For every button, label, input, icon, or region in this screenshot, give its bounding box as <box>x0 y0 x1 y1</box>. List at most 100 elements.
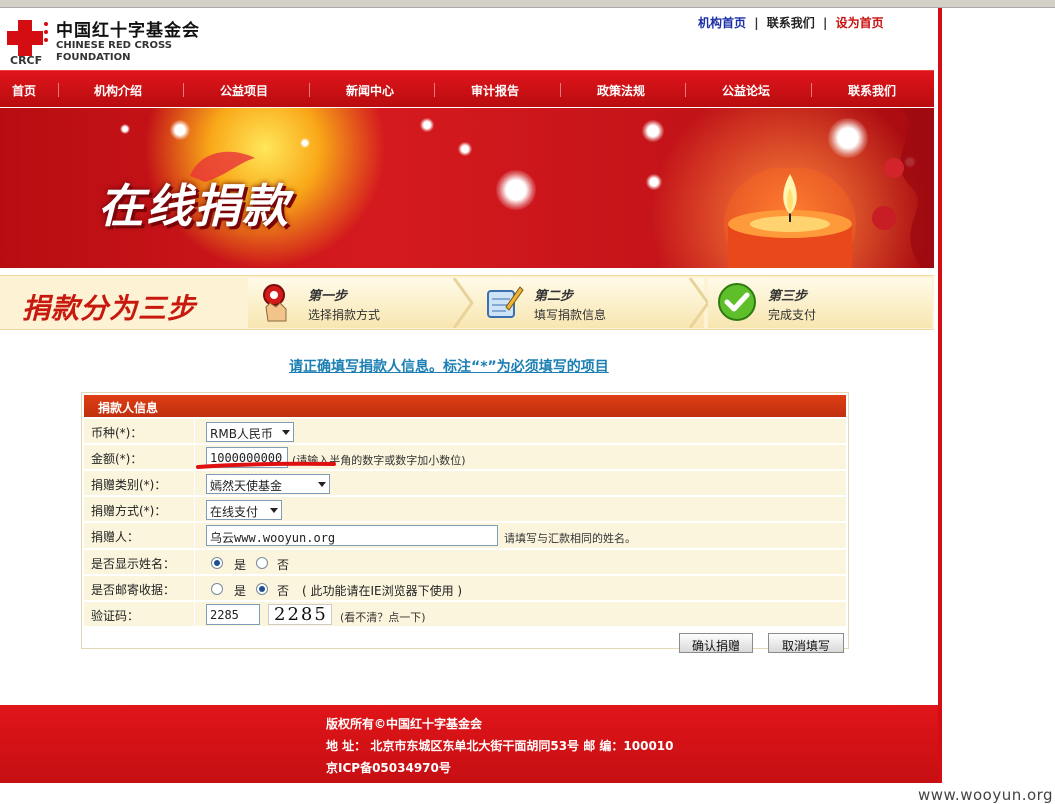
confirm-donation-button[interactable]: 确认捐赠 <box>679 633 753 653</box>
link-separator: | <box>822 16 828 30</box>
currency-value: RMB人民币 <box>210 427 273 441</box>
nav-divider <box>811 83 812 97</box>
notepad-pen-icon <box>487 286 524 318</box>
logo-english-line1: CHINESE RED CROSS <box>56 40 172 51</box>
row-divider <box>194 445 195 470</box>
mail-receipt-no-radio[interactable] <box>256 583 268 595</box>
category-label: 捐赠类别(*)： <box>91 478 167 492</box>
step-1-desc: 选择捐款方式 <box>308 308 381 322</box>
mail-receipt-label: 是否邮寄收据： <box>91 583 176 597</box>
method-value: 在线支付 <box>210 505 259 519</box>
link-org-home[interactable]: 机构首页 <box>698 16 746 30</box>
method-select[interactable]: 在线支付 <box>206 500 282 520</box>
category-select[interactable]: 嫣然天使基金 <box>206 474 330 494</box>
nav-item-about[interactable]: 机构介绍 <box>94 82 142 99</box>
link-contact[interactable]: 联系我们 <box>767 16 815 30</box>
nav-divider <box>58 83 59 97</box>
mail-receipt-note: ( 此功能请在IE浏览器下使用 ) <box>302 584 463 598</box>
category-value: 嫣然天使基金 <box>210 479 283 493</box>
show-name-yes-radio[interactable] <box>211 557 223 569</box>
captcha-row: 验证码： 2285 2285 (看不清？点一下) <box>84 602 846 627</box>
nav-item-news[interactable]: 新闻中心 <box>346 82 394 99</box>
bokeh-light <box>420 118 434 132</box>
required-fields-notice[interactable]: 请正确填写捐款人信息。标注“*”为必须填写的项目 <box>289 356 609 376</box>
footer-address: 地 址： 北京市东城区东单北大街干面胡同53号 邮 编：100010 <box>326 739 674 753</box>
dropdown-arrow-icon <box>282 430 290 435</box>
bokeh-light <box>642 120 664 142</box>
bokeh-light <box>458 142 472 156</box>
browser-top-strip <box>0 0 1055 8</box>
currency-row: 币种(*)： RMB人民币 <box>84 419 846 444</box>
cancel-button[interactable]: 取消填写 <box>768 633 844 653</box>
nav-item-home[interactable]: 首页 <box>12 82 36 99</box>
red-flower-decoration-icon <box>872 108 934 268</box>
form-heading: 捐款人信息 <box>84 395 846 417</box>
captcha-image[interactable]: 2285 <box>268 604 332 625</box>
nav-item-policy[interactable]: 政策法规 <box>597 82 645 99</box>
dropdown-arrow-icon <box>270 508 278 513</box>
row-divider <box>194 419 195 444</box>
crcf-logo[interactable]: CRCF 中国红十字基金会 CHINESE RED CROSS FOUNDATI… <box>6 16 206 67</box>
row-divider <box>194 550 195 575</box>
step-arrow-icon <box>688 278 710 328</box>
donor-hint: 请填写与汇款相同的姓名。 <box>504 532 636 545</box>
donor-name-input[interactable]: 乌云www.wooyun.org <box>206 525 498 546</box>
nav-divider <box>560 83 561 97</box>
top-links: 机构首页 | 联系我们 | 设为首页 <box>698 14 884 31</box>
logo-chinese-name: 中国红十字基金会 <box>56 21 200 41</box>
step-3-desc: 完成支付 <box>768 308 817 322</box>
row-divider <box>194 523 195 548</box>
bokeh-light <box>170 120 190 140</box>
footer-copyright: 版权所有©中国红十字基金会 <box>326 717 483 731</box>
currency-label: 币种(*)： <box>91 426 143 440</box>
site-header: CRCF 中国红十字基金会 CHINESE RED CROSS FOUNDATI… <box>0 8 938 70</box>
bokeh-light <box>496 170 536 210</box>
nav-item-projects[interactable]: 公益项目 <box>220 82 268 99</box>
show-name-no-radio[interactable] <box>256 557 268 569</box>
nav-divider <box>309 83 310 97</box>
banner-title: 在线捐款 <box>98 179 290 233</box>
dropdown-arrow-icon <box>318 482 326 487</box>
show-name-yes-label: 是 <box>234 558 247 572</box>
category-row: 捐赠类别(*)： 嫣然天使基金 <box>84 471 846 496</box>
mail-receipt-row: 是否邮寄收据： 是 否 ( 此功能请在IE浏览器下使用 ) <box>84 576 846 601</box>
mail-receipt-yes-radio[interactable] <box>211 583 223 595</box>
steps-title: 捐款分为三步 <box>22 292 197 325</box>
show-name-label: 是否显示姓名： <box>91 557 176 571</box>
red-underline-annotation <box>196 461 336 469</box>
checkmark-icon <box>718 283 756 321</box>
nav-item-forum[interactable]: 公益论坛 <box>722 82 770 99</box>
footer-icp[interactable]: 京ICP备05034970号 <box>326 759 451 776</box>
page-container: CRCF 中国红十字基金会 CHINESE RED CROSS FOUNDATI… <box>0 8 942 783</box>
step-2-desc: 填写捐款信息 <box>534 308 607 322</box>
donation-steps: 捐款分为三步 第一步 选择捐款方式 第二步 填写捐款信息 第三步 完成支付 <box>0 275 934 330</box>
logo-english-line2: FOUNDATION <box>56 52 131 63</box>
donor-label: 捐赠人： <box>91 530 140 544</box>
candle-icon <box>724 168 856 268</box>
nav-item-audit[interactable]: 审计报告 <box>471 82 519 99</box>
show-name-row: 是否显示姓名： 是 否 <box>84 550 846 575</box>
method-row: 捐赠方式(*)： 在线支付 <box>84 497 846 522</box>
nav-divider <box>183 83 184 97</box>
step-1-name: 第一步 <box>308 289 348 304</box>
captcha-input[interactable]: 2285 <box>206 604 260 625</box>
link-separator: | <box>754 16 759 30</box>
donor-info-form: 捐款人信息 币种(*)： RMB人民币 金额(*)： 1000000000 (请… <box>81 392 849 653</box>
link-set-homepage[interactable]: 设为首页 <box>836 16 884 30</box>
captcha-refresh-link[interactable]: (看不清？点一下) <box>340 609 426 625</box>
nav-item-contact[interactable]: 联系我们 <box>848 82 896 99</box>
hand-click-icon <box>263 284 287 322</box>
step-arrow-icon <box>452 278 474 328</box>
donor-row: 捐赠人： 乌云www.wooyun.org 请填写与汇款相同的姓名。 <box>84 523 846 549</box>
site-footer: 版权所有©中国红十字基金会 地 址： 北京市东城区东单北大街干面胡同53号 邮 … <box>0 705 938 783</box>
amount-label: 金额(*)： <box>91 452 143 466</box>
captcha-label: 验证码： <box>91 609 140 623</box>
bokeh-light <box>120 124 130 134</box>
method-label: 捐赠方式(*)： <box>91 504 167 518</box>
main-nav: 首页 机构介绍 公益项目 新闻中心 审计报告 政策法规 公益论坛 联系我们 <box>0 70 934 107</box>
step-2-name: 第二步 <box>534 289 574 304</box>
row-divider <box>194 497 195 522</box>
mail-receipt-no-label: 否 <box>277 584 290 598</box>
currency-select[interactable]: RMB人民币 <box>206 422 294 442</box>
show-name-no-label: 否 <box>277 558 290 572</box>
